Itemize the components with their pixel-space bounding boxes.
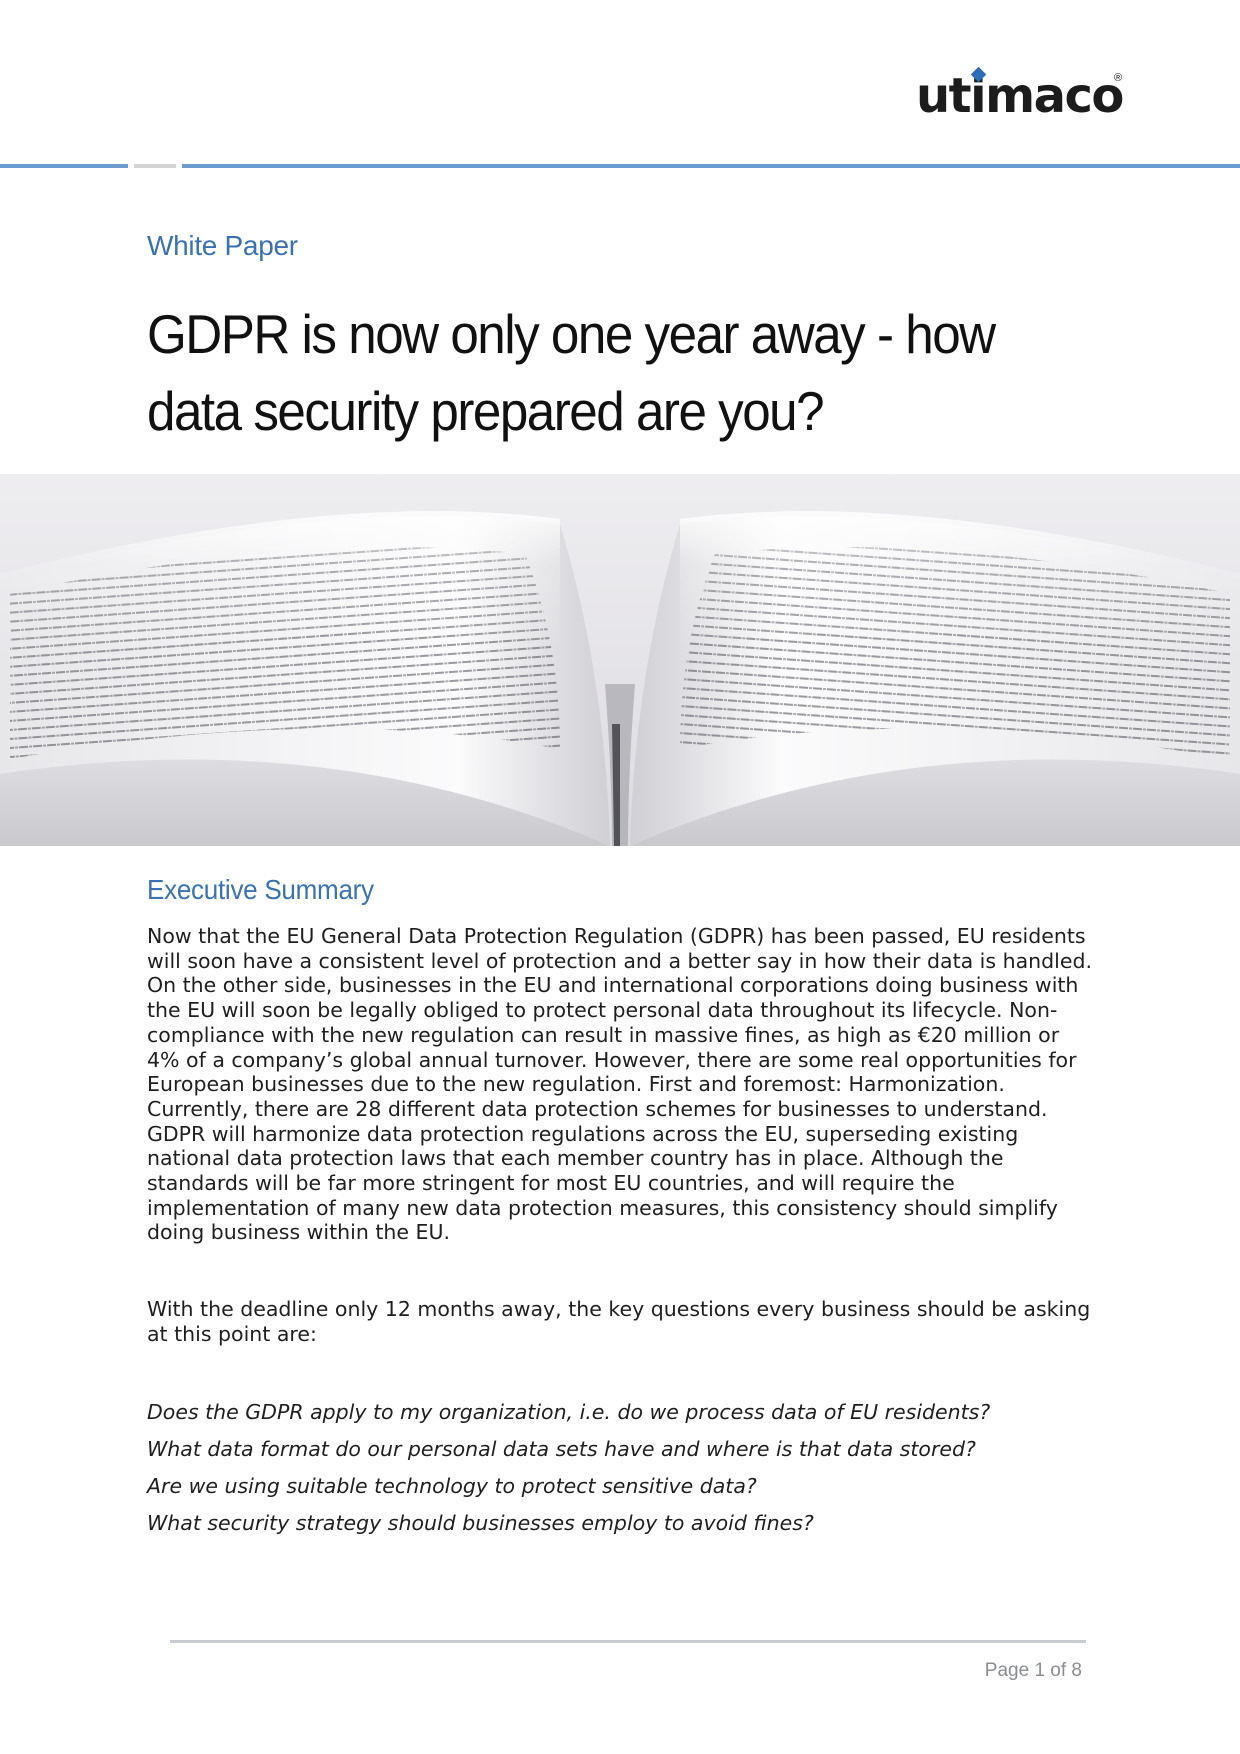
list-item: Does the GDPR apply to my organization, …: [147, 1400, 991, 1424]
header-divider-right: [182, 164, 1240, 168]
summary-paragraph-2: With the deadline only 12 months away, t…: [147, 1297, 1091, 1346]
list-item: What security strategy should businesses…: [147, 1511, 814, 1535]
hero-image-open-book: [0, 474, 1240, 846]
page-title: GDPR is now only one year away - how dat…: [147, 303, 996, 442]
document-type-label: White Paper: [147, 230, 298, 261]
footer-divider: [170, 1640, 1086, 1643]
utimaco-logo: utimaco ®: [916, 66, 1126, 126]
list-item: Are we using suitable technology to prot…: [147, 1474, 757, 1498]
summary-paragraph-1: Now that the EU General Data Protection …: [147, 924, 1092, 1245]
list-item: What data format do our personal data se…: [147, 1437, 976, 1461]
header-divider-left: [0, 164, 128, 168]
header-divider-gap: [134, 164, 176, 168]
logo-wordmark: utimaco: [916, 68, 1124, 124]
registered-mark: ®: [1114, 72, 1123, 84]
key-questions-list: Does the GDPR apply to my organization, …: [147, 1394, 1107, 1542]
page-number: Page 1 of 8: [984, 1660, 1082, 1681]
section-heading-executive-summary: Executive Summary: [147, 874, 374, 905]
